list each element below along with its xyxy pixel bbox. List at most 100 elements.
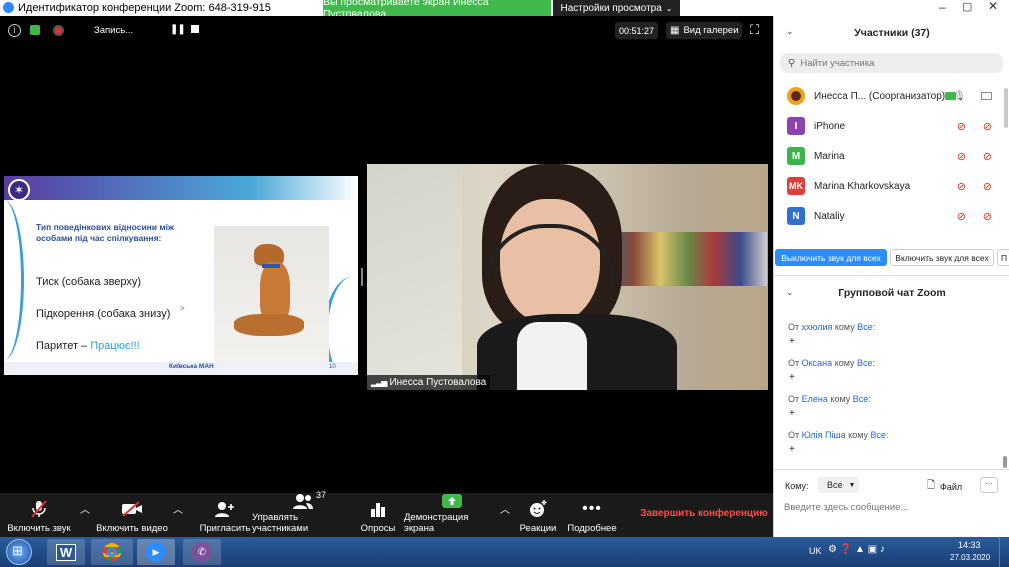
taskbar-viber[interactable]: ✆	[183, 539, 221, 565]
share-screen-label: Демонстрация экрана	[404, 512, 469, 534]
unmute-all-button[interactable]: Включить звук для всех	[890, 249, 994, 266]
windows-logo-icon: ⊞	[12, 543, 23, 558]
unmute-label: Включить звук	[7, 523, 71, 534]
chat-scrollbar[interactable]	[1003, 456, 1007, 468]
show-desktop-button[interactable]	[999, 537, 1009, 567]
share-options-chevron-icon[interactable]: ︿	[500, 501, 510, 516]
send-file-button[interactable]: 🗋 Файл	[927, 478, 962, 495]
manage-participants-button[interactable]: 37 Управлять участниками	[252, 490, 354, 537]
chat-sender[interactable]: xxюлия	[802, 322, 833, 332]
fullscreen-icon[interactable]: ⛶	[750, 22, 759, 38]
chat-more-options-icon[interactable]: ···	[980, 477, 998, 493]
video-off-icon[interactable]: ⊘	[983, 150, 992, 163]
add-user-icon	[214, 498, 236, 520]
mic-on-icon[interactable]: 🎙	[953, 91, 966, 102]
info-icon[interactable]: i	[8, 24, 21, 37]
audio-options-chevron-icon[interactable]: ︿	[80, 501, 90, 516]
participant-name: Nataliy	[814, 210, 845, 222]
more-label: Подробнее	[567, 523, 617, 534]
chat-to-label: Кому:	[785, 481, 809, 491]
participant-row[interactable]: N Nataliy ⊘ ⊘	[774, 201, 1009, 231]
chat-message-input[interactable]	[784, 499, 999, 515]
meeting-area: i Запись... ❚❚ 00:51:27 ▦ Вид галереи ⛶ …	[0, 16, 773, 537]
participants-count-badge: 37	[316, 490, 327, 500]
end-meeting-button[interactable]: Завершить конференцию	[640, 508, 768, 519]
polls-button[interactable]: Опросы	[356, 493, 400, 537]
video-off-icon	[121, 498, 143, 520]
chat-sender[interactable]: Елена	[802, 394, 828, 404]
minimize-button[interactable]: –	[939, 0, 946, 14]
tray-icons[interactable]: ⚙ ❓ ▲ ▣ ♪	[828, 544, 885, 555]
divider	[774, 275, 1009, 276]
more-participant-options-button[interactable]: П	[997, 249, 1009, 266]
slide-item-3-prefix: Паритет –	[36, 340, 91, 352]
gallery-view-button[interactable]: ▦ Вид галереи	[666, 22, 742, 39]
share-banner: Вы просматриваете экран Инесса Пустовало…	[323, 0, 551, 20]
participant-row[interactable]: MK Marina Kharkovskaya ⊘ ⊘	[774, 171, 1009, 201]
more-button[interactable]: ••• Подробнее	[563, 493, 621, 537]
start-button[interactable]: ⊞	[6, 539, 32, 565]
slide-item-3: Паритет – Працює!!!	[36, 340, 140, 352]
chat-message-header: От Юлія Піша кому Все:	[788, 430, 889, 440]
meeting-timer: 00:51:27	[615, 22, 658, 39]
participants-scrollbar[interactable]	[1004, 88, 1008, 128]
chat-recipient: Все:	[857, 322, 876, 332]
video-on-icon[interactable]	[981, 92, 992, 100]
start-video-button[interactable]: Включить видео	[95, 493, 169, 537]
search-icon: ⚲	[788, 57, 796, 69]
reactions-button[interactable]: Реакции	[515, 493, 561, 537]
pause-recording-icon[interactable]: ❚❚	[170, 24, 186, 35]
participant-video: ▂▃▅ Инесса Пустовалова	[367, 164, 768, 390]
participant-row[interactable]: I iPhone ⊘ ⊘	[774, 111, 1009, 141]
mic-muted-icon[interactable]: ⊘	[957, 150, 966, 163]
chat-message-header: От Оксана кому Все:	[788, 358, 875, 368]
muted-mic-icon	[28, 498, 50, 520]
stop-recording-icon[interactable]	[191, 25, 199, 33]
lock-icon[interactable]	[30, 25, 40, 35]
taskbar-word[interactable]: W	[47, 539, 85, 565]
close-button[interactable]: ✕	[988, 0, 998, 13]
chat-recipient: Все:	[852, 394, 871, 404]
video-off-icon[interactable]: ⊘	[983, 210, 992, 223]
split-handle[interactable]	[361, 268, 363, 286]
window-titlebar: Идентификатор конференции Zoom: 648-319-…	[0, 0, 1009, 20]
video-off-icon[interactable]: ⊘	[983, 180, 992, 193]
taskbar-zoom[interactable]: ▶	[137, 539, 175, 565]
meeting-toolbar: Включить звук ︿ Включить видео ︿ Приглас…	[0, 490, 773, 537]
mic-muted-icon[interactable]: ⊘	[957, 210, 966, 223]
polls-icon	[367, 498, 389, 520]
participant-row[interactable]: Инесса П... (Соорганизатор) 🎙	[774, 81, 1009, 111]
mute-all-button[interactable]: Выключить звук для всех	[775, 249, 887, 266]
slide-header-band	[4, 176, 358, 200]
mic-muted-icon[interactable]: ⊘	[957, 120, 966, 133]
chat-message-header: От Елена кому Все:	[788, 394, 871, 404]
participant-row[interactable]: M Marina ⊘ ⊘	[774, 141, 1009, 171]
chat-recipient: Все:	[870, 430, 889, 440]
mic-muted-icon[interactable]: ⊘	[957, 180, 966, 193]
clock-time: 14:33	[958, 540, 981, 550]
slide-arrow: >	[180, 304, 185, 313]
maximize-button[interactable]: ▢	[962, 0, 972, 13]
start-video-label: Включить видео	[96, 523, 168, 534]
dog-photo	[214, 226, 329, 364]
participant-search[interactable]: ⚲	[780, 53, 1003, 73]
video-off-icon[interactable]: ⊘	[983, 120, 992, 133]
taskbar-chrome[interactable]	[91, 539, 133, 565]
video-options-chevron-icon[interactable]: ︿	[173, 501, 183, 516]
dog-body	[260, 262, 290, 322]
language-indicator[interactable]: UK	[809, 546, 822, 556]
avatar: N	[787, 207, 805, 225]
word-icon: W	[55, 543, 77, 561]
chat-recipient-select[interactable]: Все ▼	[818, 477, 859, 493]
slide-footer: Київська МАН 10	[4, 362, 358, 375]
share-screen-icon	[441, 493, 463, 509]
view-options-button[interactable]: Настройки просмотра ⌄	[553, 0, 680, 16]
unmute-button[interactable]: Включить звук	[4, 493, 74, 537]
video-curtain	[367, 164, 462, 390]
invite-button[interactable]: Пригласить	[198, 493, 252, 537]
participant-search-input[interactable]	[800, 57, 991, 69]
share-screen-button[interactable]: Демонстрация экрана	[404, 493, 500, 537]
side-panel: ⌄ Участники (37) ⚲ Инесса П... (Сооргани…	[773, 16, 1009, 537]
chat-sender[interactable]: Юлія Піша	[802, 430, 846, 440]
chat-sender[interactable]: Оксана	[802, 358, 833, 368]
